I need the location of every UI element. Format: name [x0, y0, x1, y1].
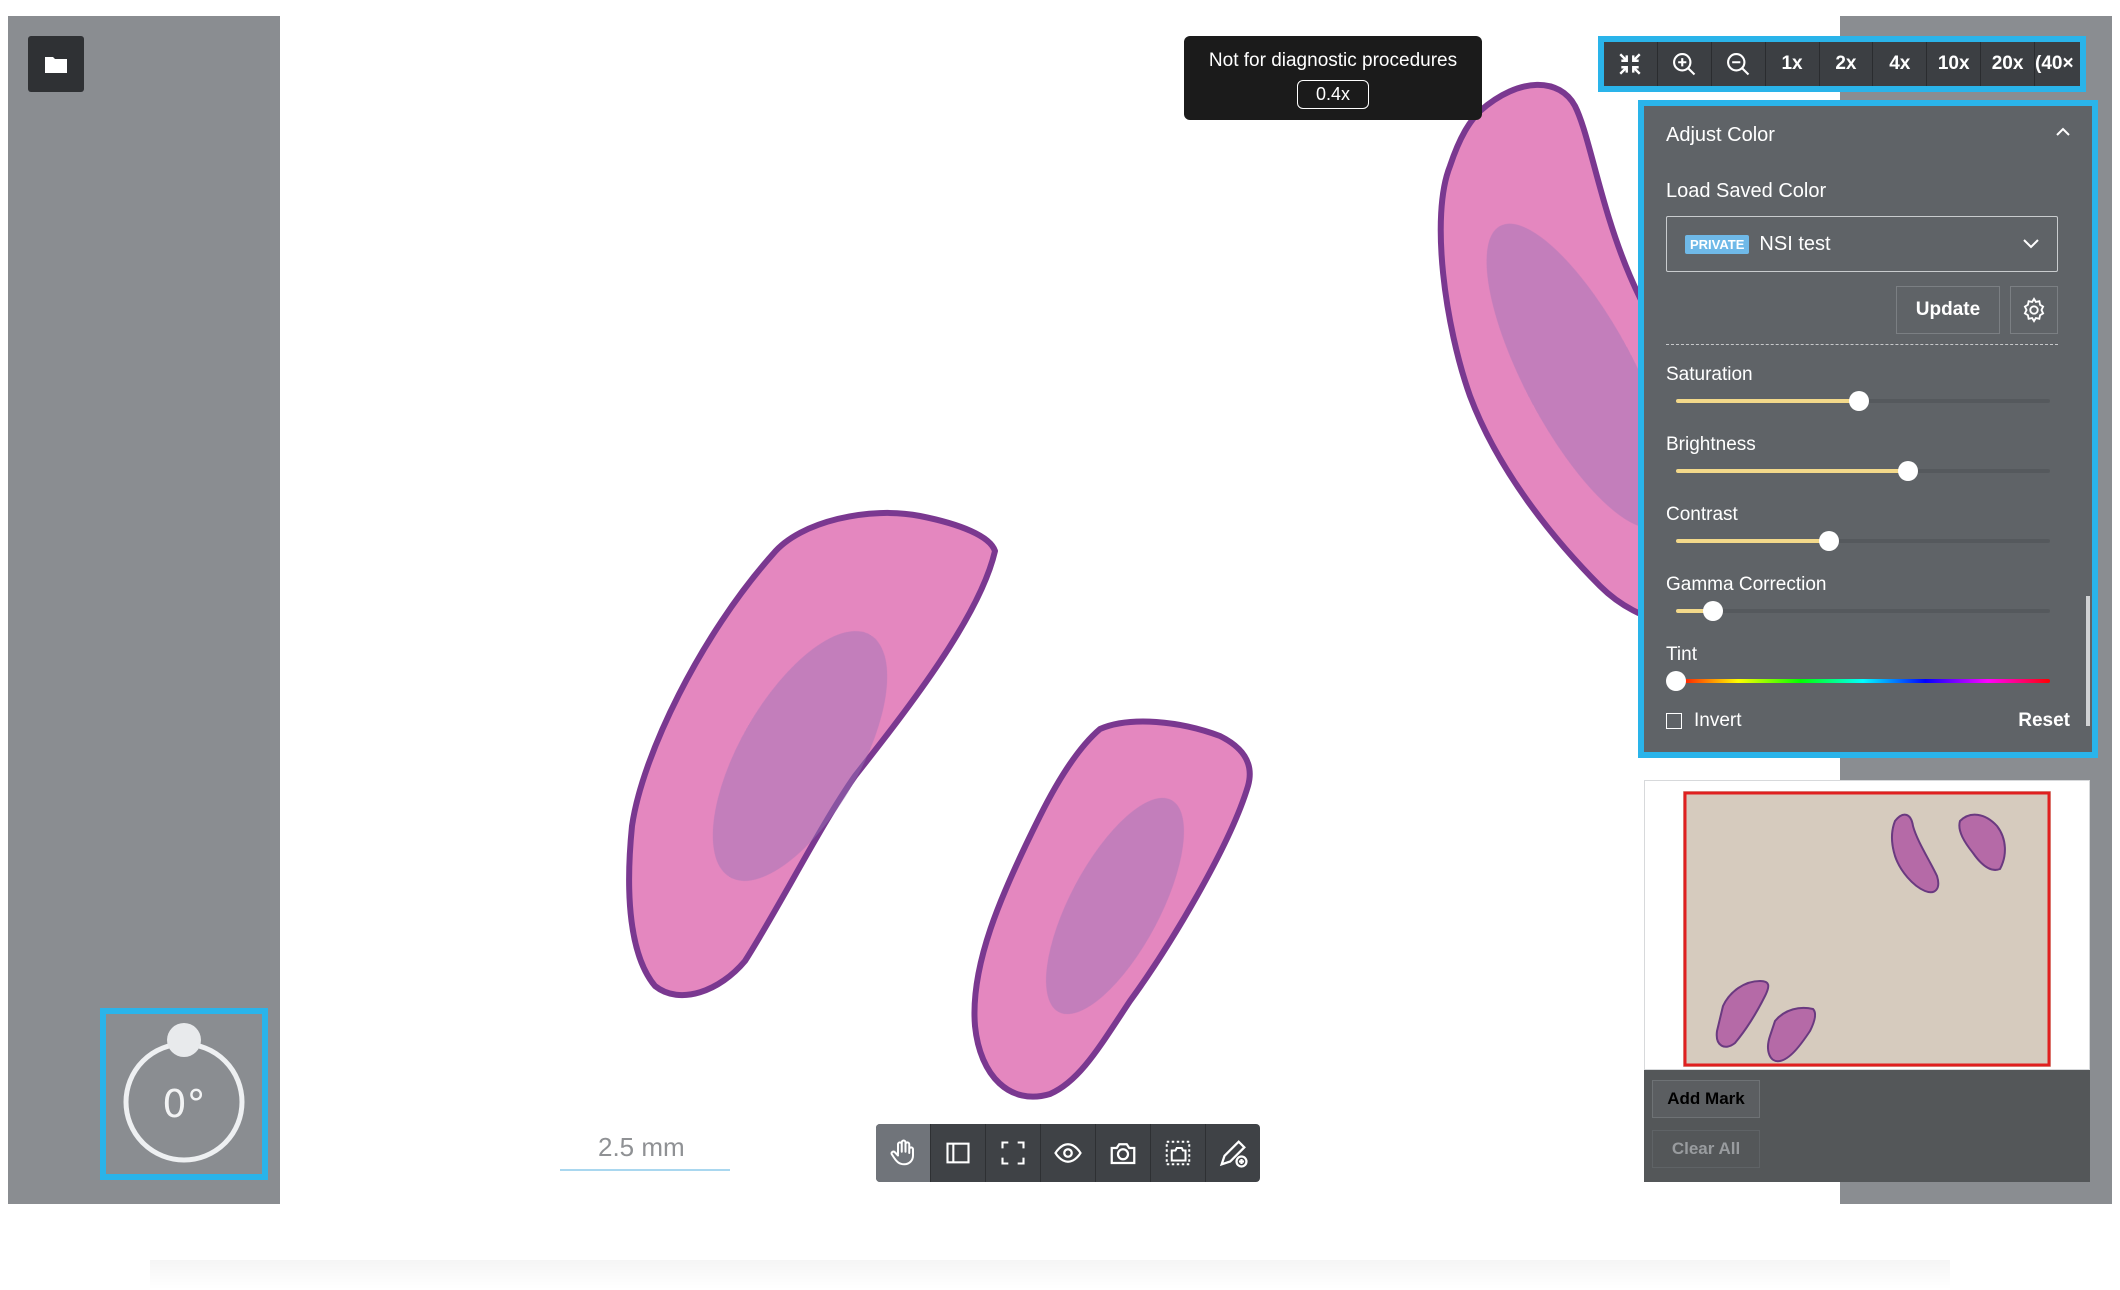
collapse-arrows-icon [1619, 53, 1642, 75]
invert-label: Invert [1694, 710, 1742, 731]
selected-color-name: NSI test [1759, 232, 1831, 255]
fit-view-button[interactable] [1604, 42, 1658, 86]
reset-button[interactable]: Reset [2018, 710, 2070, 732]
visibility-button[interactable] [1041, 1124, 1096, 1182]
gear-icon [2023, 297, 2045, 323]
current-zoom-badge: 0.4x [1296, 80, 1370, 109]
contrast-slider[interactable] [1676, 531, 2050, 551]
open-folder-button[interactable] [28, 36, 84, 92]
panel-title: Adjust Color [1666, 124, 1775, 146]
diagnostic-warning-banner: Not for diagnostic procedures 0.4x [1184, 36, 1482, 120]
slide-canvas[interactable]: Not for diagnostic procedures 0.4x 2.5 m… [280, 16, 1840, 1204]
scale-bar: 2.5 mm [560, 1132, 730, 1171]
chevron-up-icon [2056, 127, 2070, 136]
thumbnail-navigator[interactable] [1644, 780, 2090, 1070]
pen-plus-icon [1219, 1140, 1248, 1168]
zoom-toolbar: 1x 2x 4x 10x 20x (40× [1598, 36, 2086, 92]
brightness-slider[interactable] [1676, 461, 2050, 481]
zoom-2x-button[interactable]: 2x [1820, 42, 1874, 86]
panel-icon [946, 1142, 970, 1164]
checkbox-box[interactable] [1666, 713, 1682, 729]
region-capture-icon [1165, 1140, 1191, 1166]
add-mark-button[interactable]: Add Mark [1652, 1080, 1760, 1118]
saved-color-select[interactable]: PRIVATE NSI test [1666, 216, 2058, 272]
slide-viewer-app: Not for diagnostic procedures 0.4x 2.5 m… [8, 16, 2112, 1204]
bottom-toolbar [876, 1124, 1260, 1182]
tissue-image [626, 81, 1840, 1100]
slider-fill [1676, 469, 1908, 473]
invert-checkbox[interactable]: Invert [1666, 710, 1742, 732]
saturation-label: Saturation [1666, 364, 1753, 385]
collapse-panel-button[interactable] [2056, 124, 2070, 142]
fullscreen-icon [1001, 1141, 1025, 1165]
thumbnail-image [1683, 791, 2051, 1067]
eye-icon [1054, 1143, 1082, 1163]
slider-handle[interactable] [1666, 671, 1686, 691]
rotation-handle [167, 1023, 201, 1057]
zoom-10x-button[interactable]: 10x [1927, 42, 1982, 86]
slider-fill [1676, 399, 1860, 403]
gamma-correction-label: Gamma Correction [1666, 574, 1827, 595]
update-button[interactable]: Update [1896, 286, 2000, 334]
section-divider [1666, 344, 2058, 345]
tint-label: Tint [1666, 644, 1697, 665]
annotate-button[interactable] [1206, 1124, 1260, 1182]
private-badge: PRIVATE [1685, 234, 1750, 254]
contrast-label: Contrast [1666, 504, 1738, 525]
mark-panel: Add Mark Clear All [1644, 1070, 2090, 1182]
scale-label: 2.5 mm [598, 1132, 685, 1162]
folder-icon [45, 57, 67, 73]
slider-handle[interactable] [1819, 531, 1840, 551]
load-saved-color-label: Load Saved Color [1666, 180, 1827, 202]
chevron-down-icon [2023, 239, 2039, 249]
scale-line [560, 1169, 730, 1171]
fullscreen-button[interactable] [986, 1124, 1041, 1182]
hand-icon [890, 1139, 914, 1166]
adjust-color-panel: Adjust Color Load Saved Color PRIVATE NS… [1638, 100, 2098, 758]
zoom-4x-button[interactable]: 4x [1873, 42, 1928, 86]
slider-fill [1676, 539, 1830, 543]
gamma-correction-slider[interactable] [1676, 601, 2050, 621]
tint-slider[interactable] [1666, 671, 2050, 691]
page-shadow [150, 1260, 1950, 1290]
zoom-in-icon [1673, 53, 1696, 76]
zoom-1x-button[interactable]: 1x [1766, 42, 1820, 86]
camera-icon [1110, 1143, 1136, 1165]
zoom-out-button[interactable] [1712, 42, 1766, 86]
pan-tool-button[interactable] [876, 1124, 931, 1182]
clear-all-button[interactable]: Clear All [1652, 1130, 1760, 1168]
zoom-40x-button[interactable]: (40× [2035, 42, 2080, 86]
rotation-value: 0° [162, 1082, 206, 1126]
slider-handle[interactable] [1703, 601, 1724, 621]
slider-handle[interactable] [1897, 461, 1918, 481]
warning-text: Not for diagnostic procedures [1208, 50, 1458, 71]
color-settings-button[interactable] [2010, 286, 2058, 334]
sidebar-toggle-button[interactable] [931, 1124, 986, 1182]
rotation-control[interactable]: 0° [100, 1008, 268, 1180]
brightness-label: Brightness [1666, 434, 1756, 455]
zoom-out-icon [1727, 53, 1750, 76]
region-capture-button[interactable] [1151, 1124, 1206, 1182]
zoom-in-button[interactable] [1658, 42, 1712, 86]
snapshot-button[interactable] [1096, 1124, 1151, 1182]
zoom-20x-button[interactable]: 20x [1981, 42, 2035, 86]
slider-handle[interactable] [1849, 391, 1870, 411]
saturation-slider[interactable] [1676, 391, 2050, 411]
panel-scrollbar[interactable] [2086, 596, 2090, 726]
